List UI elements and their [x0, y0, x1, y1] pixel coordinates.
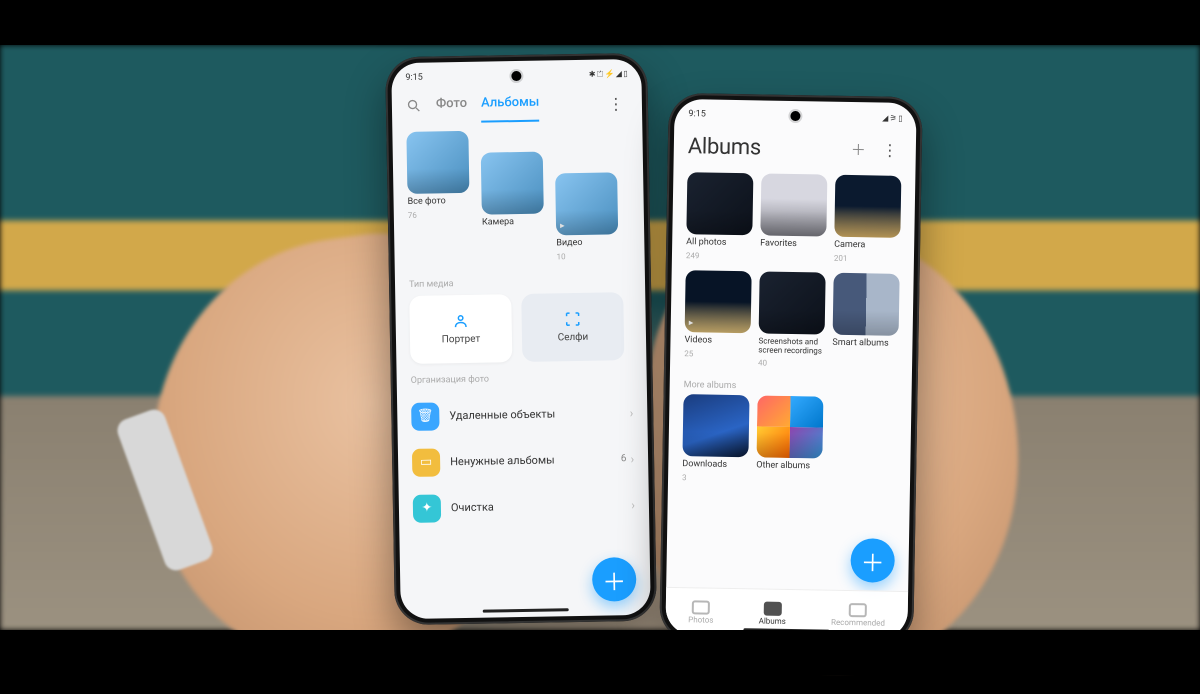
album-label: Screenshots and screen recordings [758, 336, 824, 356]
list-count: 6 [621, 453, 627, 464]
nav-recommended[interactable]: Recommended [831, 602, 885, 627]
album-videos[interactable]: ▸ Videos 25 [684, 270, 752, 367]
chevron-right-icon: › [630, 452, 634, 466]
album-label: Smart albums [832, 338, 898, 350]
media-type-label: Портрет [442, 334, 481, 346]
list-deleted[interactable]: 🗑 Удаленные объекты › [405, 390, 640, 440]
album-thumb [759, 271, 826, 334]
album-other[interactable]: Other albums [756, 395, 824, 484]
album-label: Camera [834, 240, 900, 252]
more-albums-grid: Downloads 3 Other albums [668, 392, 912, 492]
album-camera[interactable]: Camera 201 [834, 175, 902, 264]
recommended-icon [849, 603, 867, 617]
video-badge-icon: ▸ [560, 221, 565, 231]
tab-photos[interactable]: Фото [436, 90, 468, 124]
status-time: 9:15 [405, 73, 423, 83]
album-count: 10 [556, 251, 618, 261]
list-label: Удаленные объекты [449, 407, 620, 423]
album-thumb [682, 394, 749, 457]
album-label: Favorites [760, 238, 826, 250]
page-title: Albums [688, 134, 761, 160]
albums-row: Все фото 76 Камера ▸ Видео 10 [392, 120, 644, 268]
album-thumb: ▸ [555, 172, 618, 235]
albums-grid: All photos 249 Favorites Camera 201 ▸ Vi… [670, 166, 916, 376]
album-favorites[interactable]: Favorites [760, 173, 828, 262]
album-camera[interactable]: Камера [481, 152, 544, 229]
chevron-right-icon: › [630, 406, 634, 420]
album-label: All photos [686, 237, 752, 249]
add-album-icon[interactable]: ＋ [851, 139, 866, 160]
album-thumb [760, 173, 827, 236]
nav-albums[interactable]: Albums [759, 601, 787, 625]
album-all-photos[interactable]: Все фото 76 [406, 131, 470, 220]
album-label: Камера [482, 217, 544, 229]
media-type-selfie[interactable]: Селфи [521, 292, 624, 362]
nav-label: Recommended [831, 617, 885, 627]
tabs: Фото Альбомы [436, 88, 595, 124]
nav-label: Albums [759, 616, 786, 625]
album-thumb [406, 131, 469, 194]
letterbox-bottom [0, 630, 1200, 675]
list-cleanup[interactable]: ✦ Очистка › [407, 482, 642, 532]
album-count: 249 [686, 251, 752, 261]
chevron-right-icon: › [631, 498, 635, 512]
selfie-icon [564, 310, 582, 328]
folder-icon: ▭ [412, 448, 440, 476]
album-thumb: ▸ [685, 270, 752, 333]
list-label: Очистка [451, 499, 622, 515]
video-badge-icon: ▸ [689, 318, 694, 328]
album-label: Downloads [682, 459, 748, 471]
album-thumb [833, 273, 900, 336]
photos-icon [692, 600, 710, 614]
more-menu-icon[interactable]: ⋮ [604, 90, 628, 117]
albums-icon [763, 601, 781, 615]
status-time: 9:15 [688, 109, 706, 119]
letterbox-top [0, 0, 1200, 45]
fab-add-button[interactable]: ＋ [850, 538, 895, 583]
phone-right-screen: 9:15 ◢ ⚞ ▯ Albums ＋ ⋮ All photos 249 Fav… [665, 99, 916, 639]
album-count: 40 [758, 358, 824, 368]
search-icon[interactable] [406, 97, 422, 117]
album-thumb [756, 395, 823, 458]
phone-left-screen: 9:15 ✱ ⏍ ⚡ ◢ ▯ Фото Альбомы ⋮ Все фото 7… [391, 59, 651, 619]
album-smart[interactable]: Smart albums [832, 273, 900, 370]
status-icons: ◢ ⚞ ▯ [882, 113, 902, 122]
cleanup-icon: ✦ [413, 494, 441, 522]
nav-label: Photos [688, 615, 713, 624]
gesture-bar [483, 608, 569, 613]
nav-photos[interactable]: Photos [688, 600, 714, 624]
section-organization: Организация фото [396, 360, 646, 392]
album-thumb [686, 172, 753, 235]
album-label: Videos [684, 335, 750, 347]
list-unneeded[interactable]: ▭ Ненужные альбомы 6 › [406, 436, 641, 486]
media-type-label: Селфи [558, 332, 589, 344]
portrait-icon [452, 312, 470, 330]
trash-icon: 🗑 [411, 402, 439, 430]
album-video[interactable]: ▸ Видео 10 [555, 172, 619, 261]
album-label: Все фото [408, 196, 470, 208]
album-all-photos[interactable]: All photos 249 [686, 172, 754, 261]
fab-add-button[interactable]: ＋ [592, 557, 637, 602]
media-type-portrait[interactable]: Портрет [409, 294, 512, 364]
album-label: Видео [556, 237, 618, 249]
album-count: 201 [834, 254, 900, 264]
album-count: 3 [682, 473, 748, 483]
album-thumb [481, 152, 544, 215]
status-icons: ✱ ⏍ ⚡ ◢ ▯ [589, 69, 628, 80]
album-label: Other albums [756, 460, 822, 472]
album-downloads[interactable]: Downloads 3 [682, 394, 750, 483]
more-menu-icon[interactable]: ⋮ [878, 136, 902, 163]
album-count: 25 [684, 349, 750, 359]
album-thumb [834, 175, 901, 238]
tab-albums[interactable]: Альбомы [481, 89, 540, 123]
album-screenshots[interactable]: Screenshots and screen recordings 40 [758, 271, 826, 368]
phone-left: 9:15 ✱ ⏍ ⚡ ◢ ▯ Фото Альбомы ⋮ Все фото 7… [385, 53, 657, 625]
album-count: 76 [408, 210, 470, 220]
section-media-type: Тип медиа [395, 264, 645, 296]
phone-right: 9:15 ◢ ⚞ ▯ Albums ＋ ⋮ All photos 249 Fav… [659, 93, 923, 645]
list-label: Ненужные альбомы [450, 453, 611, 469]
